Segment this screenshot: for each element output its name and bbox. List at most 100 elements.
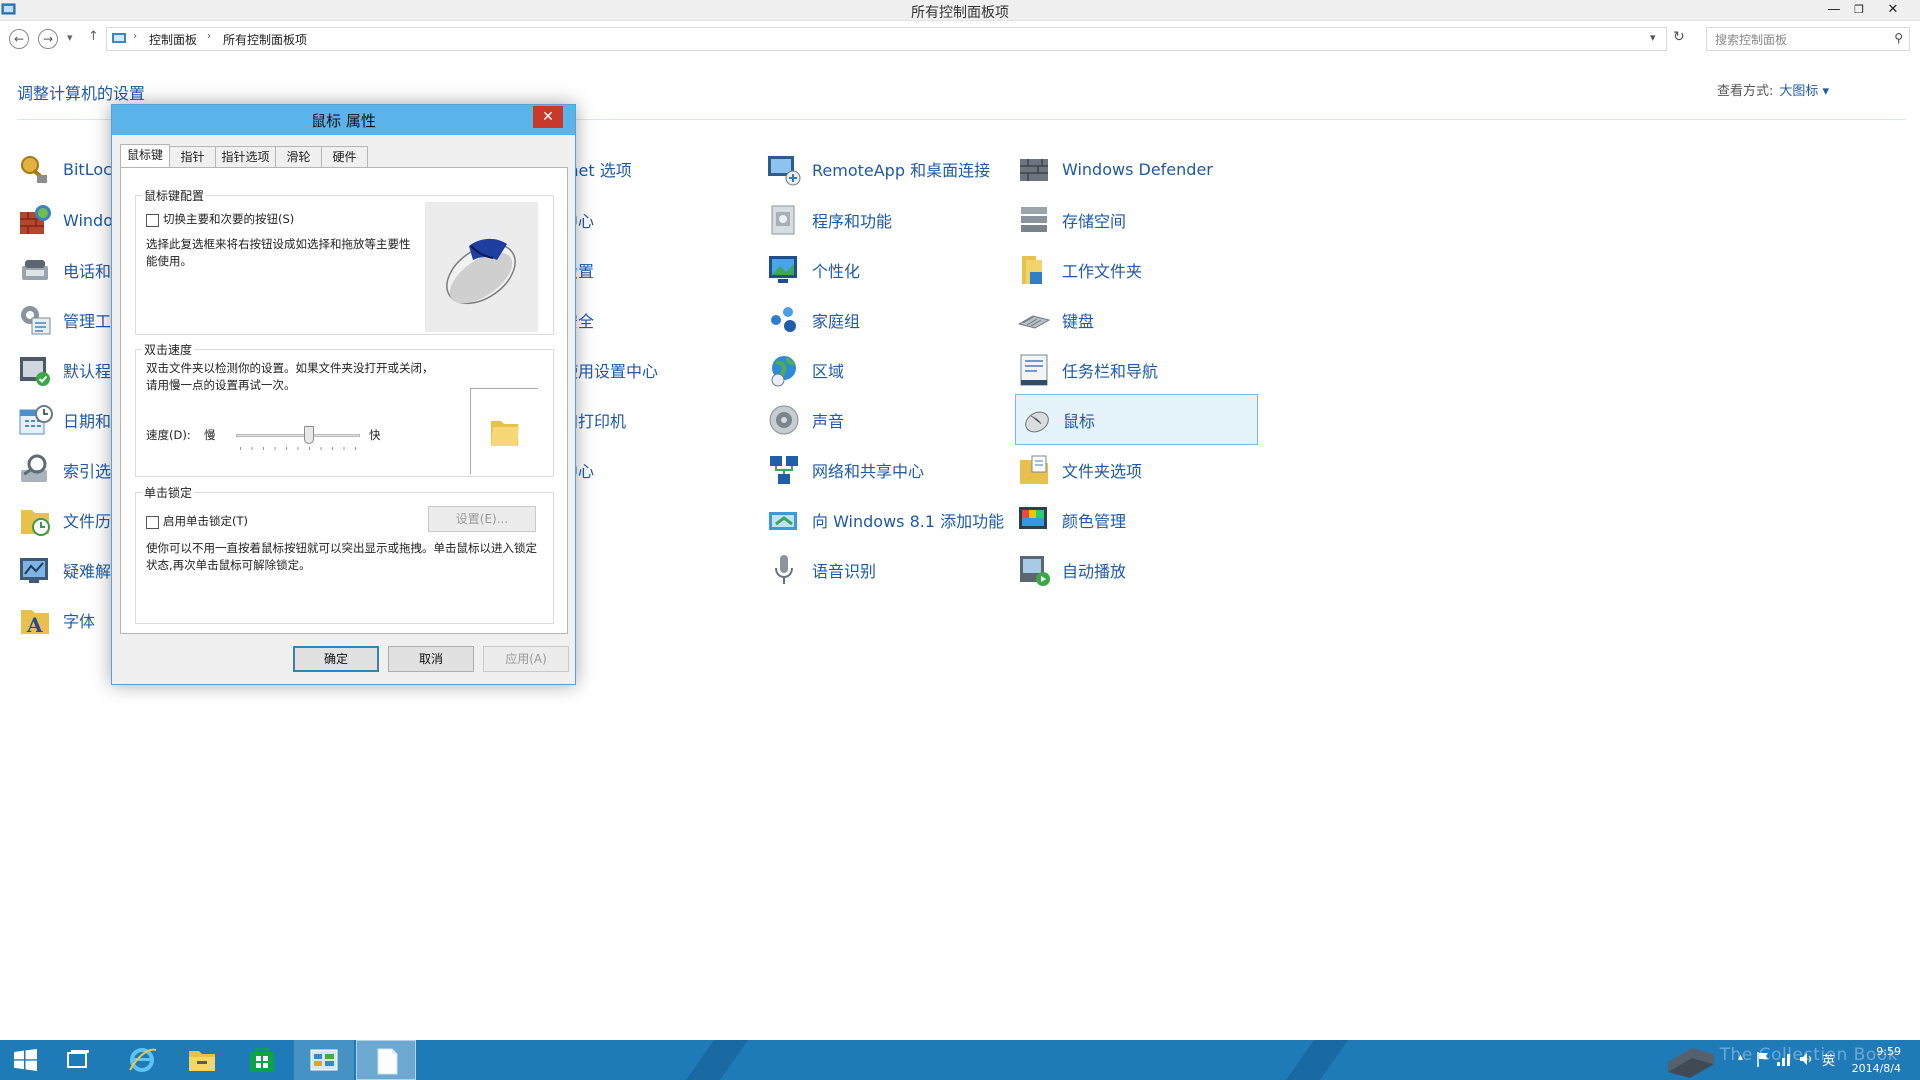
cp-item-phone-modem[interactable]: 电话和: [17, 246, 111, 294]
dialog-titlebar[interactable]: 鼠标 属性: [112, 105, 575, 135]
cp-item-speech-recognition[interactable]: 语音识别: [766, 546, 876, 594]
clock-date: 2014/8/4: [1851, 1062, 1901, 1075]
forward-button[interactable]: →: [38, 29, 58, 49]
cp-item-label: 任务栏和导航: [1062, 362, 1159, 381]
cp-item-label: 文件夹选项: [1062, 462, 1143, 481]
breadcrumb-all-items[interactable]: 所有控制面板项: [223, 31, 307, 48]
double-click-description: 双击文件夹以检测你的设置。如果文件夹没打开或关闭，请用慢一点的设置再试一次。: [146, 361, 434, 392]
slider-thumb[interactable]: [304, 426, 314, 444]
svg-text:A: A: [26, 613, 43, 637]
cp-item-programs-features[interactable]: 程序和功能: [766, 196, 892, 244]
cp-item-region[interactable]: 区域: [766, 346, 844, 394]
folder-options-icon: [1020, 455, 1048, 484]
tab-pointer-options[interactable]: 指针选项: [215, 146, 276, 168]
refresh-button[interactable]: ↻: [1673, 29, 1685, 45]
admin-tools-icon: [21, 306, 51, 335]
cp-item-taskbar-navigation[interactable]: 任务栏和导航: [1016, 346, 1158, 394]
breadcrumb-control-panel[interactable]: 控制面板: [149, 31, 197, 48]
cp-item-color-management[interactable]: 颜色管理: [1016, 496, 1126, 544]
cancel-button[interactable]: 取消: [388, 646, 474, 672]
cp-item-homegroup[interactable]: 家庭组: [766, 296, 860, 344]
switch-buttons-checkbox[interactable]: [146, 214, 159, 227]
action-center-flag-icon[interactable]: [1756, 1051, 1770, 1067]
cp-item-network-sharing[interactable]: 网络和共享中心: [766, 446, 924, 494]
clicklock-settings-button[interactable]: 设置(E)...: [428, 506, 536, 532]
show-hidden-icons-button[interactable]: ▴: [1738, 1052, 1743, 1063]
personalization-icon: [769, 256, 797, 283]
internet-explorer-button[interactable]: [112, 1040, 172, 1080]
ok-button[interactable]: 确定: [293, 646, 379, 672]
cp-item-label: 语音识别: [812, 562, 877, 581]
cp-item-keyboard[interactable]: 键盘: [1016, 296, 1094, 344]
start-button[interactable]: [0, 1040, 50, 1080]
cp-item-indexing[interactable]: 索引选: [17, 446, 111, 494]
speed-label: 速度(D):: [146, 428, 191, 442]
cp-item-windows-defender[interactable]: Windows Defender: [1016, 145, 1213, 193]
cp-item-label: 声音: [812, 412, 845, 431]
dialog-close-button[interactable]: ✕: [533, 106, 563, 128]
store-button[interactable]: [232, 1040, 292, 1080]
control-panel-small-icon: [112, 33, 126, 43]
up-button[interactable]: ↑: [88, 29, 99, 44]
restore-button[interactable]: ❐: [1846, 0, 1872, 20]
cp-item-firewall[interactable]: Windo: [17, 196, 113, 244]
region-globe-icon: [771, 356, 796, 387]
cp-item-troubleshooting[interactable]: 疑难解: [17, 546, 111, 594]
breadcrumb-separator[interactable]: ›: [133, 31, 137, 42]
view-by-dropdown[interactable]: 大图标 ▾: [1779, 84, 1829, 99]
cp-item-remoteapp[interactable]: RemoteApp 和桌面连接: [766, 145, 990, 193]
cp-item-folder-options[interactable]: 文件夹选项: [1016, 446, 1142, 494]
notepad-taskbar-button[interactable]: [356, 1040, 416, 1080]
cp-item-mouse[interactable]: 鼠标: [1015, 394, 1258, 445]
cp-item-admin-tools[interactable]: 管理工: [17, 296, 111, 344]
control-panel-taskbar-button[interactable]: [294, 1040, 354, 1080]
cp-item-label: 索引选: [63, 462, 112, 481]
tab-pointers[interactable]: 指针: [169, 146, 216, 168]
switch-buttons-label[interactable]: 切换主要和次要的按钮(S): [163, 211, 294, 228]
page-title: 调整计算机的设置: [17, 84, 146, 103]
file-explorer-button[interactable]: [172, 1040, 232, 1080]
group-double-click-speed: 双击速度 双击文件夹以检测你的设置。如果文件夹没打开或关闭，请用慢一点的设置再试…: [135, 341, 554, 477]
recent-locations-button[interactable]: ▾: [67, 31, 73, 44]
cp-item-personalization[interactable]: 个性化: [766, 246, 860, 294]
double-click-test-area[interactable]: [470, 388, 538, 474]
search-input[interactable]: 搜索控制面板 ⚲: [1706, 27, 1910, 51]
cp-item-autoplay[interactable]: 自动播放: [1016, 546, 1126, 594]
cp-item-date-time[interactable]: 日期和: [17, 396, 111, 444]
close-button[interactable]: ✕: [1880, 0, 1906, 20]
minimize-button[interactable]: —: [1821, 0, 1847, 20]
cp-item-bitlocker[interactable]: BitLoc: [17, 145, 112, 193]
address-dropdown-button[interactable]: ▾: [1650, 31, 1656, 44]
cp-item-label: 网络和共享中心: [812, 462, 925, 481]
wallpaper-stripe: [1278, 1040, 1356, 1080]
double-click-speed-slider[interactable]: [236, 426, 360, 450]
back-button[interactable]: ←: [9, 29, 29, 49]
cp-item-fonts[interactable]: A 字体: [17, 596, 95, 644]
apply-button[interactable]: 应用(A): [483, 646, 569, 672]
windows-logo-icon: [14, 1049, 37, 1071]
cp-item-add-features[interactable]: 向 Windows 8.1 添加功能: [766, 496, 1004, 544]
task-view-button[interactable]: [52, 1040, 102, 1080]
cp-item-sound[interactable]: 声音: [766, 396, 844, 444]
enable-clicklock-label[interactable]: 启用单击锁定(T): [163, 513, 248, 530]
remoteapp-icon: [768, 156, 801, 186]
search-icon[interactable]: ⚲: [1894, 31, 1903, 45]
fonts-icon: A: [21, 610, 49, 637]
cp-item-default-programs[interactable]: 默认程: [17, 346, 111, 394]
breadcrumb-separator[interactable]: ›: [207, 31, 211, 42]
tab-hardware[interactable]: 硬件: [321, 146, 368, 168]
cp-item-work-folders[interactable]: 工作文件夹: [1016, 246, 1142, 294]
mouse-icon: [1025, 411, 1049, 432]
tab-wheel[interactable]: 滑轮: [275, 146, 322, 168]
address-box[interactable]: › 控制面板 › 所有控制面板项 ▾: [106, 27, 1667, 51]
tab-buttons[interactable]: 鼠标键: [120, 144, 170, 169]
cp-item-storage-spaces[interactable]: 存储空间: [1016, 196, 1126, 244]
cp-item-file-history[interactable]: 文件历: [17, 496, 111, 544]
enable-clicklock-checkbox[interactable]: [146, 516, 159, 529]
cp-item-label: 疑难解: [63, 562, 112, 581]
file-history-icon: [21, 510, 50, 536]
clock[interactable]: 9:59 2014/8/4: [1852, 1043, 1901, 1077]
volume-icon[interactable]: [1798, 1051, 1814, 1067]
network-icon[interactable]: [1776, 1051, 1792, 1067]
ime-indicator[interactable]: 英: [1822, 1050, 1835, 1069]
